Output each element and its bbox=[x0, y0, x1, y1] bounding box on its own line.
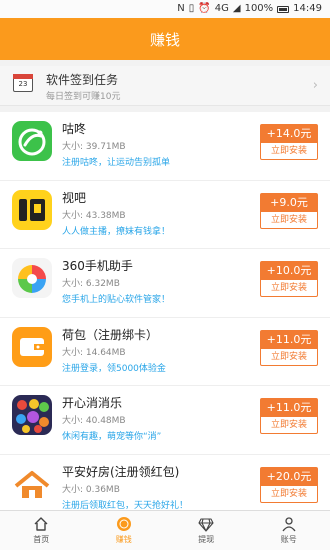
app-size: 大小: 14.64MB bbox=[62, 347, 126, 358]
list-item[interactable]: 视吧 大小: 43.38MB 人人做主播，撩妹有钱拿！ +9.0元 立即安装 bbox=[0, 180, 330, 249]
battery-percent: 100% bbox=[244, 3, 274, 14]
360-app-icon bbox=[12, 258, 52, 298]
install-label: 立即安装 bbox=[270, 283, 307, 293]
task-subtitle: 每日签到可赚10元 bbox=[46, 92, 121, 102]
nav-label: 账号 bbox=[280, 535, 297, 544]
task-title: 软件签到任务 bbox=[46, 73, 119, 87]
sign-in-task[interactable]: 23 软件签到任务 每日签到可赚10元 › bbox=[0, 66, 330, 106]
user-icon bbox=[282, 517, 296, 532]
install-button[interactable]: +11.0元 立即安装 bbox=[260, 398, 318, 434]
nav-label: 提现 bbox=[198, 535, 215, 544]
app-name: 360手机助手 bbox=[62, 259, 133, 273]
coin-icon bbox=[116, 517, 131, 531]
app-size: 大小: 43.38MB bbox=[62, 210, 126, 221]
reward-amount: +11.0元 bbox=[261, 399, 317, 417]
page-header: 赚钱 bbox=[0, 18, 330, 60]
reward-amount: +14.0元 bbox=[261, 125, 317, 143]
nav-earn[interactable]: 赚钱 bbox=[83, 511, 166, 550]
app-size: 大小: 0.36MB bbox=[62, 484, 120, 495]
chevron-right-icon: › bbox=[312, 78, 318, 93]
hebao-app-icon bbox=[12, 326, 52, 367]
install-button[interactable]: +20.0元 立即安装 bbox=[260, 466, 318, 503]
app-list: 咕咚 大小: 39.71MB 注册咕咚，让运动告别孤单 +14.0元 立即安装 … bbox=[0, 112, 330, 523]
app-desc: 休闲有趣，萌宠等你“消” bbox=[62, 432, 162, 442]
status-bar: N ▯ ⏰ 4G ◢ 100% 14:49 bbox=[0, 0, 330, 18]
nfc-icon: N bbox=[177, 3, 185, 14]
nav-withdraw[interactable]: 提现 bbox=[165, 511, 248, 550]
install-label: 立即安装 bbox=[270, 351, 307, 362]
app-name: 开心消消乐 bbox=[62, 396, 123, 410]
install-button[interactable]: +14.0元 立即安装 bbox=[260, 124, 318, 160]
app-name: 视吧 bbox=[62, 190, 87, 205]
install-label: 立即安装 bbox=[270, 488, 307, 499]
reward-amount: +9.0元 bbox=[261, 193, 317, 212]
shiba-app-icon bbox=[12, 189, 52, 230]
app-size: 大小: 6.32MB bbox=[62, 279, 120, 289]
signal-icon: ◢ bbox=[232, 3, 241, 14]
list-item[interactable]: 开心消消乐 大小: 40.48MB 休闲有趣，萌宠等你“消” +11.0元 立即… bbox=[0, 386, 330, 455]
app-desc: 注册后领取红包，天天抢好礼！ bbox=[62, 500, 189, 511]
app-name: 平安好房(注册领红包) bbox=[62, 464, 180, 479]
install-label: 立即安装 bbox=[270, 214, 307, 225]
home-icon bbox=[34, 517, 48, 531]
bottom-nav: 首页 赚钱 提现 账号 bbox=[0, 510, 330, 550]
app-name: 咕咚 bbox=[62, 122, 87, 136]
nav-account[interactable]: 账号 bbox=[248, 511, 330, 550]
list-item[interactable]: 咕咚 大小: 39.71MB 注册咕咚，让运动告别孤单 +14.0元 立即安装 bbox=[0, 112, 330, 181]
xiaoxiaole-app-icon bbox=[12, 395, 52, 435]
list-item[interactable]: 360手机助手 大小: 6.32MB 您手机上的贴心软件管家！ +10.0元 立… bbox=[0, 249, 330, 318]
install-button[interactable]: +9.0元 立即安装 bbox=[260, 192, 318, 229]
app-name: 荷包（注册绑卡） bbox=[62, 327, 159, 342]
clock: 14:49 bbox=[293, 3, 322, 14]
vibrate-icon: ▯ bbox=[188, 3, 195, 14]
app-screen: N ▯ ⏰ 4G ◢ 100% 14:49 赚钱 23 软件签到任务 每日签到可… bbox=[0, 0, 330, 550]
install-button[interactable]: +10.0元 立即安装 bbox=[260, 261, 318, 297]
codoon-app-icon bbox=[12, 121, 52, 161]
app-size: 大小: 40.48MB bbox=[62, 416, 126, 426]
reward-amount: +20.0元 bbox=[261, 467, 317, 486]
battery-icon bbox=[277, 5, 290, 13]
nav-label: 首页 bbox=[33, 535, 50, 544]
install-label: 立即安装 bbox=[270, 146, 307, 156]
reward-amount: +10.0元 bbox=[261, 262, 317, 280]
install-button[interactable]: +11.0元 立即安装 bbox=[260, 329, 318, 366]
app-desc: 人人做主播，撩妹有钱拿！ bbox=[62, 226, 171, 237]
calendar-icon: 23 bbox=[13, 74, 33, 92]
app-desc: 您手机上的贴心软件管家！ bbox=[62, 295, 171, 305]
nav-label: 赚钱 bbox=[115, 535, 132, 544]
alarm-icon: ⏰ bbox=[198, 3, 211, 14]
pingan-house-app-icon bbox=[12, 463, 52, 504]
network-type: 4G bbox=[214, 3, 229, 14]
app-desc: 注册登录，领5000体验金 bbox=[62, 363, 166, 374]
app-size: 大小: 39.71MB bbox=[62, 142, 126, 152]
reward-amount: +11.0元 bbox=[261, 330, 317, 349]
list-item[interactable]: 荷包（注册绑卡） 大小: 14.64MB 注册登录，领5000体验金 +11.0… bbox=[0, 317, 330, 386]
app-desc: 注册咕咚，让运动告别孤单 bbox=[62, 158, 171, 168]
install-label: 立即安装 bbox=[270, 420, 307, 430]
nav-home[interactable]: 首页 bbox=[0, 511, 83, 550]
page-title: 赚钱 bbox=[149, 30, 180, 49]
diamond-icon bbox=[198, 518, 214, 532]
